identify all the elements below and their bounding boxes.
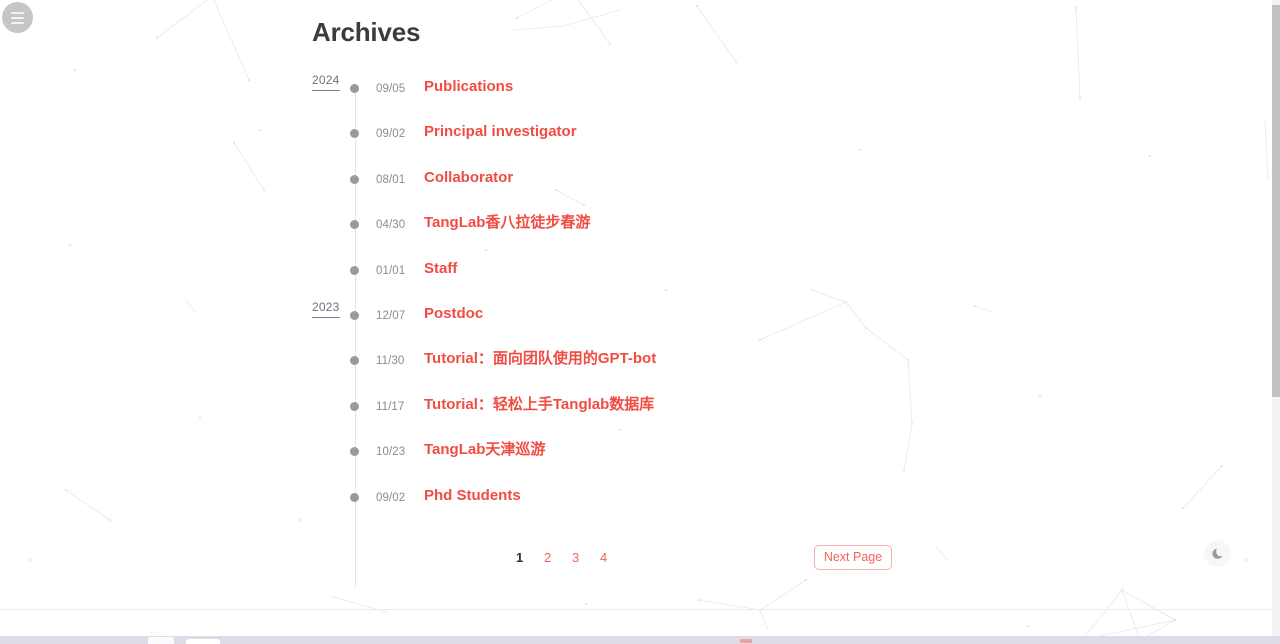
timeline-dot-icon bbox=[350, 401, 359, 411]
archive-entry-date: 12/07 bbox=[376, 310, 406, 322]
archives-page: Archives 2024 09/05 Publications 09/02 Princ… bbox=[0, 0, 1280, 644]
next-page-button[interactable]: Next Page bbox=[814, 545, 892, 570]
hamburger-menu-icon-bar bbox=[11, 21, 24, 24]
archive-entry-link[interactable]: Collaborator bbox=[424, 168, 513, 188]
timeline-dot-icon bbox=[350, 311, 359, 320]
archive-entry: 11/17 Tutorial：轻松上手Tanglab数据库 bbox=[0, 384, 1272, 429]
timeline-dot-icon bbox=[350, 265, 359, 275]
archive-year-label: 2023 bbox=[312, 301, 340, 318]
archive-entry-link[interactable]: Postdoc bbox=[424, 304, 483, 324]
archive-entry: 10/23 TangLab天津巡游 bbox=[0, 429, 1272, 474]
pagination-page-link[interactable]: 4 bbox=[600, 548, 607, 568]
archive-entry-link[interactable]: Principal investigator bbox=[424, 122, 577, 142]
archive-entry: 01/01 Staff bbox=[0, 248, 1272, 293]
archive-entry-date: 01/01 bbox=[376, 264, 406, 277]
archive-entry-date: 08/01 bbox=[376, 173, 406, 186]
archive-entry-link[interactable]: Publications bbox=[424, 77, 513, 97]
archive-entry-date: 11/17 bbox=[376, 400, 405, 413]
taskbar-chip bbox=[148, 637, 174, 644]
timeline-dot-icon bbox=[350, 356, 359, 366]
pagination-page-link[interactable]: 2 bbox=[544, 548, 551, 568]
archive-entry: 08/01 Collaborator bbox=[0, 157, 1272, 202]
timeline-dot-icon bbox=[350, 84, 359, 93]
archive-entry-link[interactable]: TangLab天津巡游 bbox=[424, 440, 545, 460]
archive-entry-date: 09/02 bbox=[376, 128, 406, 141]
archive-entry: 2023 12/07 Postdoc bbox=[0, 293, 1272, 338]
pagination-page-link[interactable]: 3 bbox=[572, 548, 579, 568]
footer-divider bbox=[0, 609, 1272, 610]
archive-entry-link[interactable]: Staff bbox=[424, 259, 457, 279]
archive-entry-link[interactable]: Tutorial：轻松上手Tanglab数据库 bbox=[424, 395, 654, 415]
taskbar-chip bbox=[186, 639, 220, 644]
pagination: 4 3 2 1 Next Page bbox=[0, 545, 1272, 574]
hamburger-menu-icon-bar bbox=[11, 16, 24, 19]
browser-bottom-strip bbox=[0, 636, 1280, 644]
archive-year-label: 2024 bbox=[312, 74, 340, 91]
dark-mode-toggle-button[interactable] bbox=[1204, 540, 1231, 567]
timeline-dot-icon bbox=[350, 492, 359, 502]
archive-entry-date: 11/30 bbox=[376, 355, 405, 368]
taskbar-chip bbox=[740, 639, 752, 643]
moon-icon bbox=[1211, 548, 1223, 559]
timeline-dot-icon bbox=[350, 174, 359, 184]
scrollbar-thumb[interactable] bbox=[1272, 5, 1280, 397]
timeline-dot-icon bbox=[350, 129, 359, 139]
archive-entry: 09/02 Principal investigator bbox=[0, 111, 1272, 156]
archive-entry-date: 10/23 bbox=[376, 446, 406, 459]
hamburger-menu-icon bbox=[11, 11, 24, 14]
archive-entry-date: 09/02 bbox=[376, 491, 406, 504]
archive-entry: 04/30 TangLab香八拉徒步春游 bbox=[0, 202, 1272, 247]
menu-toggle-button[interactable] bbox=[2, 2, 33, 33]
archive-entry: 11/30 Tutorial：面向团队使用的GPT-bot bbox=[0, 338, 1272, 383]
archive-entry: 2024 09/05 Publications bbox=[0, 66, 1272, 111]
archive-entry-link[interactable]: TangLab香八拉徒步春游 bbox=[424, 213, 590, 233]
archive-entry-date: 09/05 bbox=[376, 83, 406, 95]
archive-entry-link[interactable]: Tutorial：面向团队使用的GPT-bot bbox=[424, 349, 656, 369]
archive-entry: 09/02 Phd Students bbox=[0, 475, 1272, 520]
page-title: Archives bbox=[312, 17, 421, 47]
pagination-current-page: 1 bbox=[516, 550, 524, 565]
archive-entry-date: 04/30 bbox=[376, 219, 406, 232]
archive-entry-link[interactable]: Phd Students bbox=[424, 486, 521, 506]
timeline-dot-icon bbox=[350, 447, 359, 457]
timeline-dot-icon bbox=[350, 220, 359, 230]
